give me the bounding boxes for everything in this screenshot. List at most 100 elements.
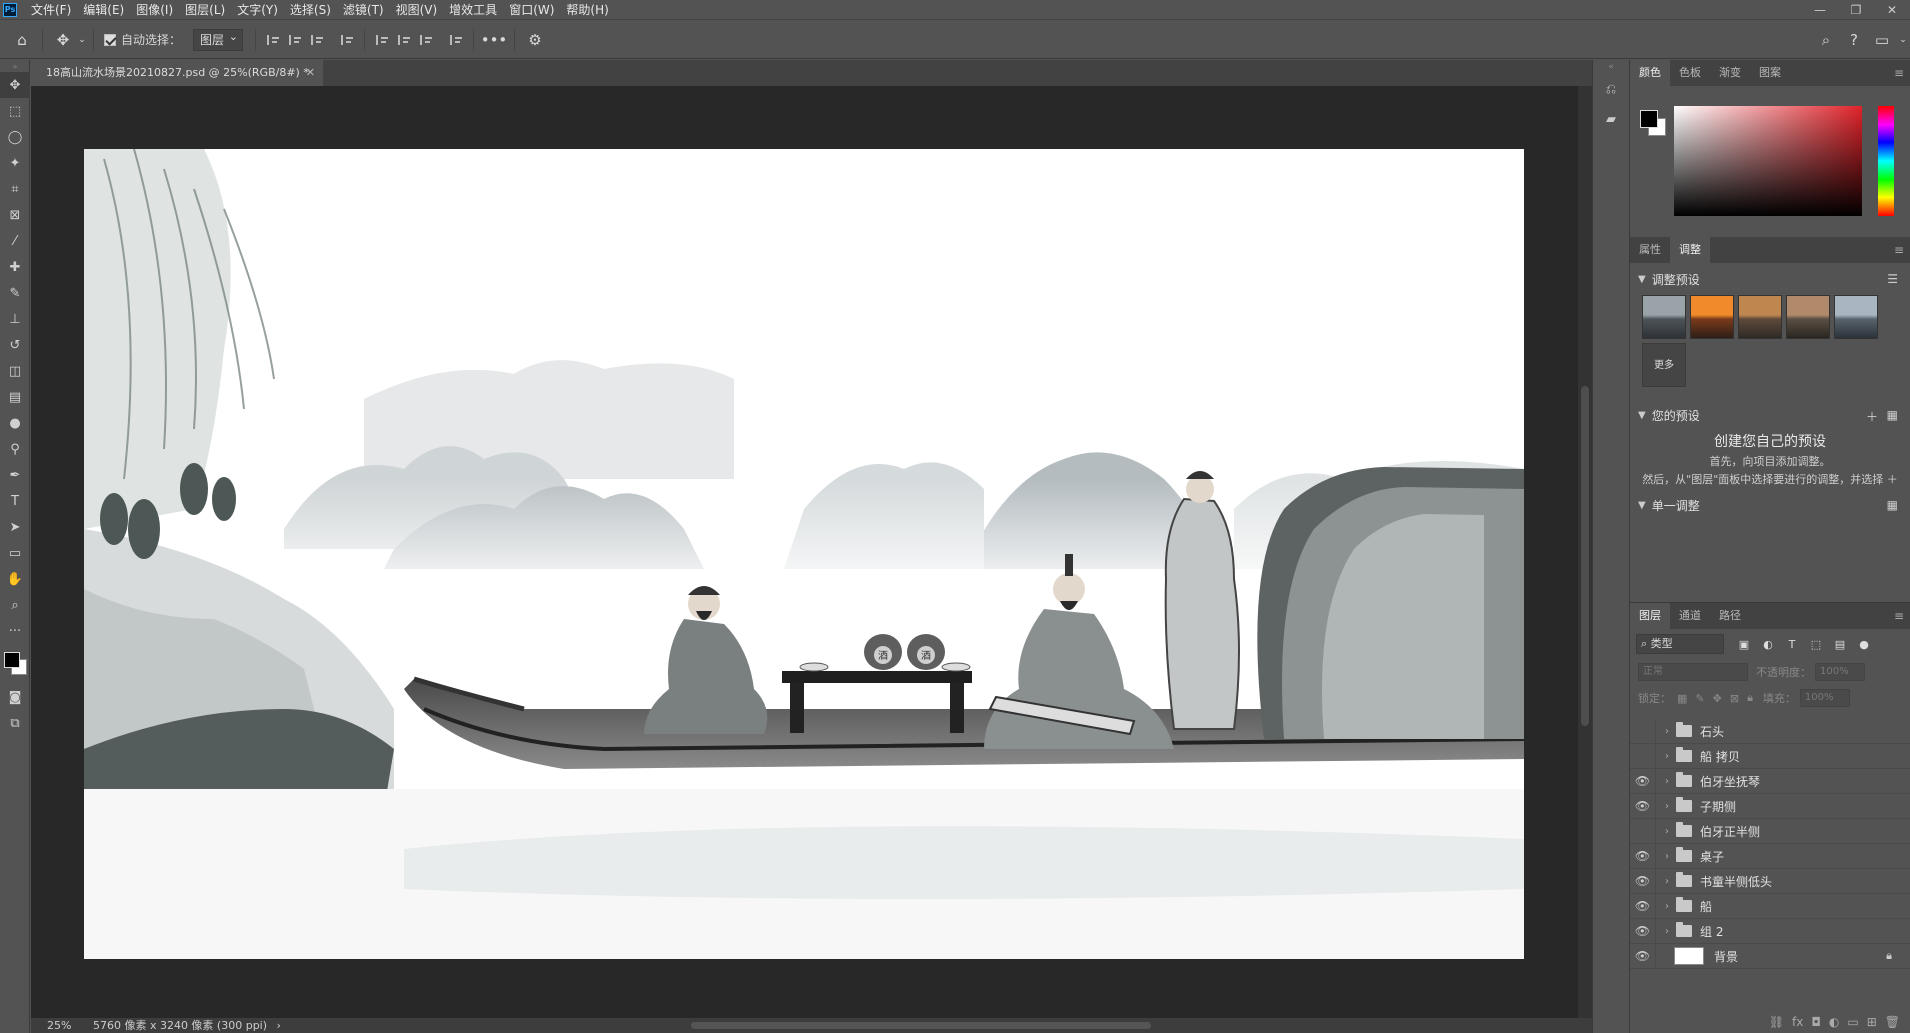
magic-wand-tool-icon[interactable]: ✦ <box>0 150 30 176</box>
screen-mode-icon[interactable]: ⧉ <box>0 710 30 736</box>
frame-tool-icon[interactable]: ⊠ <box>0 202 30 228</box>
tab-paths[interactable]: 路径 <box>1710 603 1750 629</box>
chevron-right-icon[interactable]: › <box>1660 926 1674 937</box>
blend-mode-dropdown[interactable]: 正常 <box>1638 663 1748 681</box>
layer-name[interactable]: 石头 <box>1700 723 1724 740</box>
type-filter-icon[interactable]: T <box>1780 638 1804 651</box>
hue-slider[interactable] <box>1878 106 1894 216</box>
move-tool-icon[interactable]: ✥ <box>0 72 30 98</box>
shape-filter-icon[interactable]: ⬚ <box>1804 638 1828 651</box>
zoom-level[interactable]: 25% <box>47 1019 71 1032</box>
list-view-icon[interactable]: ☰ <box>1887 272 1898 286</box>
menu-plugins[interactable]: 增效工具 <box>443 1 503 18</box>
align-right-icon[interactable] <box>306 26 328 54</box>
opacity-field[interactable]: 100% <box>1815 663 1865 681</box>
preset-thumbnail[interactable] <box>1690 295 1734 339</box>
search-icon[interactable]: ⌕ <box>1812 26 1840 54</box>
menu-select[interactable]: 选择(S) <box>284 1 337 18</box>
brush-tool-icon[interactable]: ✎ <box>0 280 30 306</box>
color-picker-field[interactable] <box>1674 106 1862 216</box>
align-bottom-icon[interactable] <box>415 26 437 54</box>
document-info[interactable]: 5760 像素 x 3240 像素 (300 ppi) <box>93 1019 267 1032</box>
dodge-tool-icon[interactable]: ⚲ <box>0 436 30 462</box>
help-icon[interactable]: ? <box>1840 26 1868 54</box>
adjustment-filter-icon[interactable]: ◐ <box>1756 638 1780 651</box>
fx-icon[interactable]: fx <box>1792 1015 1803 1029</box>
chevron-right-icon[interactable]: › <box>1660 901 1674 912</box>
path-selection-tool-icon[interactable]: ➤ <box>0 514 30 540</box>
lock-position-icon[interactable]: ✥ <box>1713 692 1722 705</box>
layer-row[interactable]: 👁︎ › 桌子 <box>1630 843 1910 869</box>
home-icon[interactable]: ⌂ <box>8 26 36 54</box>
tab-adjustments[interactable]: 调整 <box>1670 237 1710 263</box>
smart-object-filter-icon[interactable]: ▤ <box>1828 638 1852 651</box>
blur-tool-icon[interactable]: ● <box>0 410 30 436</box>
panel-menu-icon[interactable]: ≡ <box>1894 66 1904 80</box>
edit-toolbar-icon[interactable]: ··· <box>0 618 30 644</box>
more-presets-button[interactable]: 更多 <box>1642 343 1686 387</box>
adjustment-presets-header[interactable]: ▼ 调整预设 ☰ <box>1630 263 1910 295</box>
layer-name[interactable]: 书童半侧低头 <box>1700 873 1772 890</box>
tab-swatches[interactable]: 色板 <box>1670 60 1710 86</box>
eye-icon[interactable]: 👁︎ <box>1630 868 1656 894</box>
auto-select-target-dropdown[interactable]: 图层 <box>193 27 244 51</box>
new-group-icon[interactable]: ▭ <box>1847 1015 1858 1029</box>
close-icon[interactable]: ✕ <box>306 60 315 86</box>
stamp-tool-icon[interactable]: ⊥ <box>0 306 30 332</box>
layer-row[interactable]: 👁︎ › 书童半侧低头 <box>1630 868 1910 894</box>
zoom-tool-icon[interactable]: ⌕ <box>0 592 30 618</box>
align-top-icon[interactable] <box>371 26 393 54</box>
hand-tool-icon[interactable]: ✋ <box>0 566 30 592</box>
layer-row[interactable]: 👁︎ › 组 2 <box>1630 918 1910 944</box>
pixel-filter-icon[interactable]: ▣ <box>1732 638 1756 651</box>
chevron-right-icon[interactable]: › <box>1660 876 1674 887</box>
marquee-tool-icon[interactable]: ⬚ <box>0 98 30 124</box>
tab-patterns[interactable]: 图案 <box>1750 60 1790 86</box>
more-options-icon[interactable]: ••• <box>480 26 508 54</box>
preset-thumbnail[interactable] <box>1642 295 1686 339</box>
collapse-icon[interactable]: » <box>0 60 30 72</box>
comments-panel-icon[interactable]: ▰ <box>1593 104 1629 134</box>
menu-view[interactable]: 视图(V) <box>390 1 444 18</box>
workspace-icon[interactable]: ▭ <box>1868 26 1896 54</box>
lock-all-icon[interactable]: 🔒︎ <box>1747 691 1753 705</box>
grid-view-icon[interactable]: ▦ <box>1887 408 1898 422</box>
layer-row[interactable]: 👁︎ 背景 🔒︎ <box>1630 943 1910 969</box>
menu-edit[interactable]: 编辑(E) <box>77 1 130 18</box>
layer-row[interactable]: 👁︎ › 子期侧 <box>1630 793 1910 819</box>
vertical-scrollbar[interactable] <box>1578 86 1592 1018</box>
new-layer-icon[interactable]: ⊞ <box>1867 1015 1877 1029</box>
auto-select-checkbox[interactable] <box>104 33 116 46</box>
menu-type[interactable]: 文字(Y) <box>231 1 284 18</box>
your-presets-header[interactable]: ▼ 您的预设 ＋ ▦ <box>1630 399 1910 431</box>
align-center-icon[interactable] <box>284 26 306 54</box>
menu-help[interactable]: 帮助(H) <box>560 1 614 18</box>
pen-tool-icon[interactable]: ✒ <box>0 462 30 488</box>
layer-row[interactable]: › 伯牙正半侧 <box>1630 818 1910 844</box>
chevron-right-icon[interactable]: › <box>1660 851 1674 862</box>
eye-icon[interactable]: 👁︎ <box>1630 918 1656 944</box>
align-middle-icon[interactable] <box>393 26 415 54</box>
panel-menu-icon[interactable]: ≡ <box>1894 243 1904 257</box>
layer-name[interactable]: 船 拷贝 <box>1700 748 1740 765</box>
eye-hidden-icon[interactable] <box>1630 743 1656 769</box>
menu-layer[interactable]: 图层(L) <box>179 1 231 18</box>
eraser-tool-icon[interactable]: ◫ <box>0 358 30 384</box>
eye-icon[interactable]: 👁︎ <box>1630 893 1656 919</box>
restore-icon[interactable]: ❐ <box>1838 0 1874 20</box>
lock-artboard-icon[interactable]: ⊠ <box>1730 692 1739 705</box>
tab-layers[interactable]: 图层 <box>1630 603 1670 629</box>
quick-mask-icon[interactable]: ◙ <box>0 684 30 710</box>
horizontal-scrollbar-thumb[interactable] <box>691 1022 1151 1029</box>
layer-kind-filter-dropdown[interactable]: ⌕ 类型 <box>1636 634 1724 654</box>
history-brush-tool-icon[interactable]: ↺ <box>0 332 30 358</box>
tab-channels[interactable]: 通道 <box>1670 603 1710 629</box>
distribute-horizontal-icon[interactable] <box>336 26 358 54</box>
rectangle-tool-icon[interactable]: ▭ <box>0 540 30 566</box>
preset-thumbnail[interactable] <box>1738 295 1782 339</box>
tab-gradients[interactable]: 渐变 <box>1710 60 1750 86</box>
menu-filter[interactable]: 滤镜(T) <box>337 1 390 18</box>
foreground-color-swatch[interactable] <box>4 652 20 668</box>
layer-row[interactable]: 👁︎ › 船 <box>1630 893 1910 919</box>
layer-name[interactable]: 伯牙坐抚琴 <box>1700 773 1760 790</box>
